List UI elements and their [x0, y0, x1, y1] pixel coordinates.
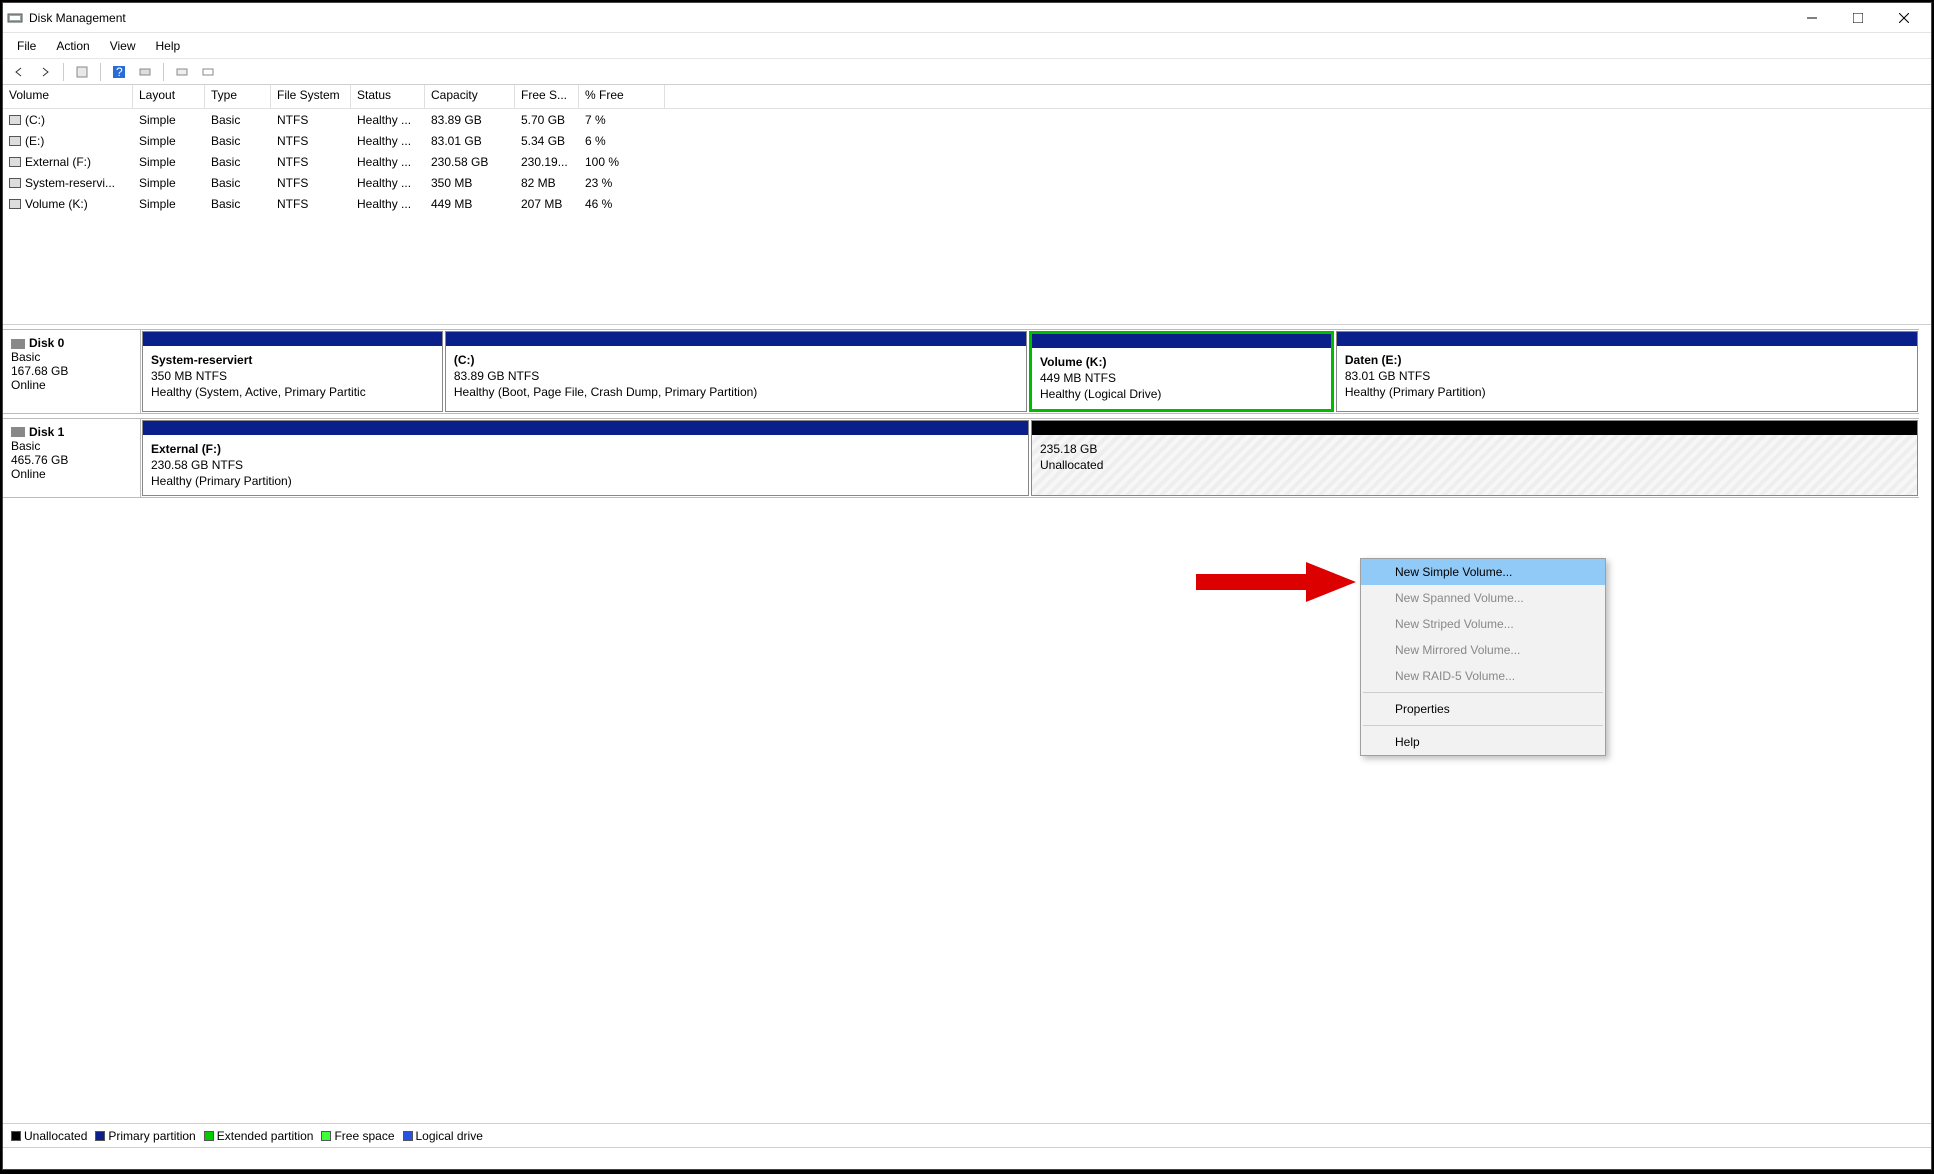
- menu-separator: [1363, 725, 1603, 726]
- partition-header: [446, 332, 1026, 346]
- partition-header: [143, 421, 1028, 435]
- menu-new-spanned-volume: New Spanned Volume...: [1361, 585, 1605, 611]
- col-free[interactable]: Free S...: [515, 85, 579, 108]
- statusbar: [3, 1147, 1931, 1169]
- menubar: File Action View Help: [3, 33, 1931, 59]
- menu-help[interactable]: Help: [146, 35, 191, 57]
- partition[interactable]: Volume (K:)449 MB NTFSHealthy (Logical D…: [1029, 331, 1334, 412]
- drive-icon: [9, 199, 21, 209]
- col-volume[interactable]: Volume: [3, 85, 133, 108]
- partition-body: External (F:)230.58 GB NTFSHealthy (Prim…: [143, 435, 1028, 496]
- volume-row[interactable]: Volume (K:)SimpleBasicNTFSHealthy ...449…: [3, 193, 1931, 214]
- volume-row[interactable]: (C:)SimpleBasicNTFSHealthy ...83.89 GB5.…: [3, 109, 1931, 130]
- col-capacity[interactable]: Capacity: [425, 85, 515, 108]
- disk-row: Disk 1Basic465.76 GBOnlineExternal (F:)2…: [3, 418, 1919, 499]
- help-icon[interactable]: ?: [109, 62, 129, 82]
- menu-new-striped-volume: New Striped Volume...: [1361, 611, 1605, 637]
- volume-list-header: Volume Layout Type File System Status Ca…: [3, 85, 1931, 109]
- partition-body: Volume (K:)449 MB NTFSHealthy (Logical D…: [1032, 348, 1331, 409]
- partition[interactable]: Daten (E:)83.01 GB NTFSHealthy (Primary …: [1336, 331, 1918, 412]
- disk-info[interactable]: Disk 0Basic167.68 GBOnline: [3, 330, 141, 413]
- partition-header: [1032, 421, 1917, 435]
- col-status[interactable]: Status: [351, 85, 425, 108]
- col-filesystem[interactable]: File System: [271, 85, 351, 108]
- menu-new-simple-volume[interactable]: New Simple Volume...: [1361, 559, 1605, 585]
- legend-freespace: Free space: [321, 1129, 394, 1143]
- titlebar: Disk Management: [3, 3, 1931, 33]
- window-title: Disk Management: [29, 11, 1789, 25]
- toolbar: ?: [3, 59, 1931, 85]
- partition-body: (C:)83.89 GB NTFSHealthy (Boot, Page Fil…: [446, 346, 1026, 411]
- disk-row: Disk 0Basic167.68 GBOnlineSystem-reservi…: [3, 329, 1919, 414]
- partition[interactable]: (C:)83.89 GB NTFSHealthy (Boot, Page Fil…: [445, 331, 1027, 412]
- volume-row[interactable]: (E:)SimpleBasicNTFSHealthy ...83.01 GB5.…: [3, 130, 1931, 151]
- app-icon: [7, 10, 23, 26]
- maximize-button[interactable]: [1835, 4, 1881, 32]
- drive-icon: [9, 115, 21, 125]
- menu-properties[interactable]: Properties: [1361, 696, 1605, 722]
- menu-separator: [1363, 692, 1603, 693]
- drive-icon: [9, 157, 21, 167]
- partition-body: System-reserviert350 MB NTFSHealthy (Sys…: [143, 346, 442, 411]
- disk-icon: [11, 427, 25, 437]
- volume-list: Volume Layout Type File System Status Ca…: [3, 85, 1931, 325]
- volume-row[interactable]: System-reservi...SimpleBasicNTFSHealthy …: [3, 172, 1931, 193]
- toolbar-icon-2[interactable]: [135, 62, 155, 82]
- partition-header: [1337, 332, 1917, 346]
- close-button[interactable]: [1881, 4, 1927, 32]
- minimize-button[interactable]: [1789, 4, 1835, 32]
- menu-new-mirrored-volume: New Mirrored Volume...: [1361, 637, 1605, 663]
- legend: Unallocated Primary partition Extended p…: [3, 1123, 1931, 1147]
- partition-body: 235.18 GBUnallocated: [1032, 435, 1917, 496]
- context-menu: New Simple Volume... New Spanned Volume.…: [1360, 558, 1606, 756]
- partition[interactable]: External (F:)230.58 GB NTFSHealthy (Prim…: [142, 420, 1029, 497]
- toolbar-separator: [163, 63, 164, 81]
- annotation-arrow: [1196, 562, 1356, 602]
- menu-view[interactable]: View: [100, 35, 146, 57]
- volume-row[interactable]: External (F:)SimpleBasicNTFSHealthy ...2…: [3, 151, 1931, 172]
- disk-icon: [11, 339, 25, 349]
- menu-new-raid5-volume: New RAID-5 Volume...: [1361, 663, 1605, 689]
- toolbar-separator: [63, 63, 64, 81]
- legend-extended: Extended partition: [204, 1129, 314, 1143]
- back-button[interactable]: [9, 62, 29, 82]
- toolbar-separator: [100, 63, 101, 81]
- menu-action[interactable]: Action: [46, 35, 99, 57]
- toolbar-icon-1[interactable]: [72, 62, 92, 82]
- partition[interactable]: System-reserviert350 MB NTFSHealthy (Sys…: [142, 331, 443, 412]
- app-window: Disk Management File Action View Help ? …: [2, 2, 1932, 1170]
- toolbar-icon-4[interactable]: [198, 62, 218, 82]
- svg-text:?: ?: [116, 66, 123, 78]
- partition-unallocated[interactable]: 235.18 GBUnallocated: [1031, 420, 1918, 497]
- disk-graphical-view: Disk 0Basic167.68 GBOnlineSystem-reservi…: [3, 325, 1931, 1123]
- partition-header: [1032, 334, 1331, 348]
- col-pct-free[interactable]: % Free: [579, 85, 665, 108]
- drive-icon: [9, 178, 21, 188]
- partition-header: [143, 332, 442, 346]
- col-type[interactable]: Type: [205, 85, 271, 108]
- menu-file[interactable]: File: [7, 35, 46, 57]
- disk-info[interactable]: Disk 1Basic465.76 GBOnline: [3, 419, 141, 498]
- partition-body: Daten (E:)83.01 GB NTFSHealthy (Primary …: [1337, 346, 1917, 411]
- legend-logical: Logical drive: [403, 1129, 483, 1143]
- col-layout[interactable]: Layout: [133, 85, 205, 108]
- menu-help[interactable]: Help: [1361, 729, 1605, 755]
- legend-unallocated: Unallocated: [11, 1129, 87, 1143]
- drive-icon: [9, 136, 21, 146]
- legend-primary: Primary partition: [95, 1129, 195, 1143]
- forward-button[interactable]: [35, 62, 55, 82]
- toolbar-icon-3[interactable]: [172, 62, 192, 82]
